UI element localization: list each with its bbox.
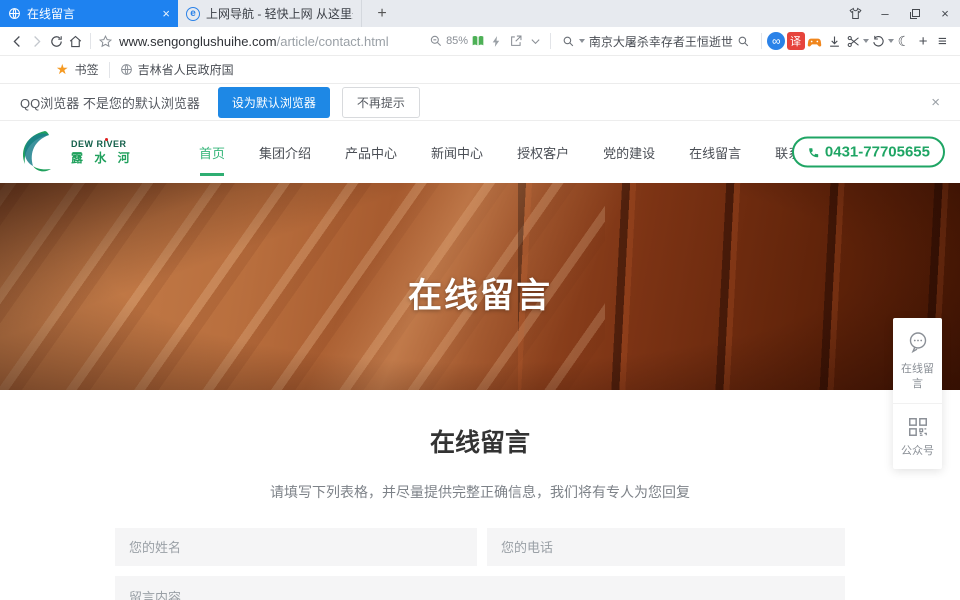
chevron-down-icon[interactable] [526, 28, 545, 54]
tab-online-message[interactable]: 在线留言 × [0, 0, 178, 27]
logo-leaf-icon [15, 128, 67, 176]
logo-english-name: DEW RIVER [71, 139, 134, 149]
phone-input[interactable] [487, 528, 845, 566]
new-tab-button[interactable]: + [362, 0, 402, 27]
search-engine-caret-icon[interactable] [579, 39, 585, 43]
back-button[interactable] [8, 28, 27, 54]
search-icon [562, 35, 575, 48]
default-browser-notification: QQ浏览器 不是您的默认浏览器 设为默认浏览器 不再提示 × [0, 84, 960, 121]
flash-lightning-icon[interactable] [487, 28, 506, 54]
browser-toolbar: www.sengonglushuihe.com/article/contact.… [0, 27, 960, 56]
favorite-star-icon[interactable] [96, 28, 115, 54]
page-url: www.sengonglushuihe.com/article/contact.… [119, 34, 389, 49]
dont-remind-button[interactable]: 不再提示 [342, 87, 420, 118]
set-default-browser-button[interactable]: 设为默认浏览器 [218, 87, 330, 118]
toolbar-separator [550, 33, 551, 49]
reading-mode-icon[interactable] [468, 28, 487, 54]
float-label: 公众号 [901, 444, 934, 459]
url-host: www.sengonglushuihe.com [119, 34, 277, 49]
qq-sync-icon[interactable]: ∞ [767, 28, 786, 54]
history-undo-icon[interactable] [869, 28, 888, 54]
logo-chinese-name: 露 水 河 [71, 149, 134, 166]
tab-title: 上网导航 - 轻快上网 从这里开始 [206, 5, 353, 22]
nav-online-message[interactable]: 在线留言 [687, 129, 743, 176]
nav-products[interactable]: 产品中心 [343, 129, 399, 176]
tab-bar: 在线留言 × e 上网导航 - 轻快上网 从这里开始 + – × [0, 0, 960, 27]
browser-window: 在线留言 × e 上网导航 - 轻快上网 从这里开始 + – × [0, 0, 960, 600]
reload-button[interactable] [47, 28, 66, 54]
logo-red-dot [105, 138, 108, 141]
close-window-button[interactable]: × [930, 0, 960, 27]
message-form [115, 528, 845, 600]
main-navigation: 首页 集团介绍 产品中心 新闻中心 授权客户 党的建设 在线留言 联系我们 [197, 129, 829, 176]
chat-bubble-icon [906, 330, 930, 356]
share-icon[interactable] [507, 28, 526, 54]
url-path: /article/contact.html [277, 34, 389, 49]
address-bar[interactable]: www.sengonglushuihe.com/article/contact.… [115, 34, 415, 49]
toolbar-separator [90, 33, 91, 49]
name-input[interactable] [115, 528, 477, 566]
hero-title: 在线留言 [0, 268, 960, 317]
translate-icon[interactable]: 译 [786, 28, 805, 54]
form-row [115, 528, 845, 566]
float-official-account[interactable]: 公众号 [893, 403, 942, 469]
notification-message: QQ浏览器 不是您的默认浏览器 [20, 93, 200, 112]
search-box[interactable]: 南京大屠杀幸存者王恒逝世 [556, 33, 756, 50]
section-subtitle: 请填写下列表格，并尽量提供完整正确信息，我们将有专人为您回复 [0, 482, 960, 502]
download-icon[interactable] [824, 28, 843, 54]
qr-code-icon [907, 416, 929, 438]
zoom-control[interactable]: 85% [429, 34, 468, 48]
page-content: 在线留言 请填写下列表格，并尽量提供完整正确信息，我们将有专人为您回复 [0, 390, 960, 600]
tab-navigation-home[interactable]: e 上网导航 - 轻快上网 从这里开始 [178, 0, 362, 27]
toolbar-separator [761, 33, 762, 49]
phone-number: 0431-77705655 [825, 144, 930, 161]
minimize-button[interactable]: – [870, 0, 900, 27]
float-online-message[interactable]: 在线留言 [893, 318, 942, 403]
section-title: 在线留言 [0, 390, 960, 459]
bookmark-title: 吉林省人民政府国 [138, 61, 234, 78]
restore-button[interactable] [900, 0, 930, 27]
float-label: 在线留言 [897, 362, 938, 393]
search-go-icon [737, 35, 750, 48]
theme-skin-icon[interactable] [840, 0, 870, 27]
window-controls: – × [840, 0, 960, 27]
globe-icon [8, 7, 21, 20]
tab-title: 在线留言 [27, 5, 156, 22]
game-center-icon[interactable] [805, 28, 824, 54]
nav-home[interactable]: 首页 [197, 129, 227, 176]
nav-party-building[interactable]: 党的建设 [601, 129, 657, 176]
zoom-level: 85% [446, 35, 468, 47]
infinity-icon: ∞ [767, 32, 785, 50]
home-button[interactable] [66, 28, 85, 54]
phone-button[interactable]: 0431-77705655 [792, 137, 945, 168]
bookmarks-label[interactable]: 书签 [75, 61, 99, 78]
globe-icon [120, 63, 133, 76]
bookmarks-bar: ★ 书签 吉林省人民政府国 [0, 56, 960, 84]
tab-close-icon[interactable]: × [162, 7, 170, 20]
night-mode-icon[interactable]: ☾ [894, 28, 913, 54]
hero-banner: 在线留言 [0, 183, 960, 390]
site-header: DEW RIVER 露 水 河 首页 集团介绍 产品中心 新闻中心 授权客户 党… [0, 121, 960, 183]
notification-close-icon[interactable]: × [931, 94, 940, 111]
browser-e-icon: e [186, 7, 200, 21]
bookmarks-star-icon: ★ [56, 61, 69, 78]
search-hotword: 南京大屠杀幸存者王恒逝世 [589, 33, 733, 50]
message-textarea[interactable] [115, 576, 845, 600]
screenshot-scissors-icon[interactable] [844, 28, 863, 54]
floating-side-panel: 在线留言 公众号 [893, 318, 942, 469]
nav-news[interactable]: 新闻中心 [429, 129, 485, 176]
zoom-out-icon [429, 34, 443, 48]
forward-button[interactable] [27, 28, 46, 54]
bookmarks-separator [109, 62, 110, 78]
tabbar-spacer [402, 0, 840, 27]
nav-group-intro[interactable]: 集团介绍 [257, 129, 313, 176]
nav-authorized-clients[interactable]: 授权客户 [515, 129, 571, 176]
bookmark-item[interactable]: 吉林省人民政府国 [120, 61, 234, 78]
logo-text: DEW RIVER 露 水 河 [71, 139, 134, 166]
menu-icon[interactable]: ≡ [933, 28, 952, 54]
add-toolbar-icon[interactable]: + [914, 28, 933, 54]
site-logo[interactable]: DEW RIVER 露 水 河 [15, 128, 183, 176]
phone-icon [807, 145, 821, 159]
